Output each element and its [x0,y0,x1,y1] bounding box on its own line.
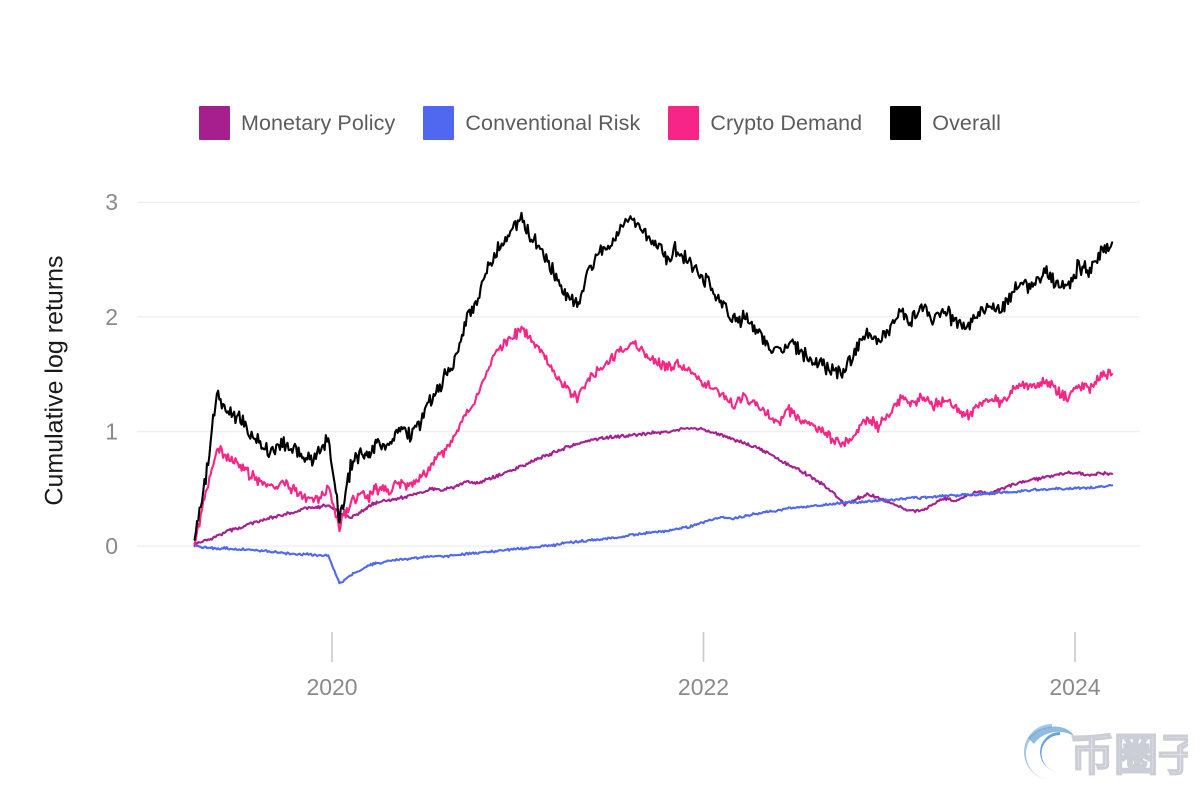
y-axis-label: Cumulative log returns [38,180,72,580]
y-axis-label-text: Cumulative log returns [40,254,69,506]
y-tick-label: 0 [105,533,118,559]
watermark-text: 币圈子 [1070,730,1188,781]
legend-swatch-monetary-policy [198,106,230,140]
y-tick-label: 1 [105,418,118,444]
x-axis-ticks: 2020 2022 2024 [306,632,1101,700]
legend-label-overall: Overall [932,110,1002,135]
legend-item-crypto-demand[interactable]: Crypto Demand [668,106,862,140]
legend-label-crypto-demand: Crypto Demand [710,110,863,135]
x-tick-label: 2024 [1049,674,1100,700]
x-tick-label: 2020 [306,674,357,700]
swirl-circle-logo [1024,724,1074,780]
y-tick-label: 3 [105,189,118,215]
legend-swatch-conventional-risk [423,106,455,140]
data-series-group [193,211,1114,585]
legend-item-monetary-policy[interactable]: Monetary Policy [198,106,396,140]
series-line-crypto-demand [193,325,1114,547]
chart-legend: Monetary Policy Conventional Risk Crypto… [0,106,1200,140]
y-tick-label: 2 [105,304,118,330]
chart-figure: Monetary Policy Conventional Risk Crypto… [0,0,1200,800]
series-line-monetary-policy [193,426,1114,545]
y-axis-ticks: 0 1 2 3 [105,189,118,559]
watermark: 币圈子 [1024,724,1188,782]
x-tick-label: 2022 [678,674,729,700]
legend-label-monetary-policy: Monetary Policy [240,110,396,135]
legend-swatch-overall [890,106,922,140]
legend-swatch-crypto-demand [668,106,700,140]
legend-label-conventional-risk: Conventional Risk [465,110,641,135]
legend-item-conventional-risk[interactable]: Conventional Risk [423,106,640,140]
legend-item-overall[interactable]: Overall [890,106,1001,140]
